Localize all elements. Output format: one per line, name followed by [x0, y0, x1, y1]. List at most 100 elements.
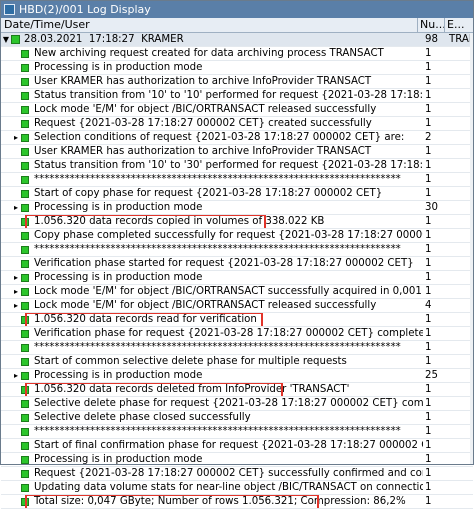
status-ok-icon	[21, 119, 29, 128]
log-message: Selective delete phase closed successful…	[34, 412, 251, 423]
log-message: ****************************************…	[34, 342, 401, 353]
log-row[interactable]: Start of final confirmation phase for re…	[1, 439, 473, 453]
status-ok-icon	[21, 315, 29, 324]
status-ok-icon	[21, 287, 29, 296]
log-count: 1	[425, 104, 432, 115]
status-ok-icon	[21, 245, 29, 254]
log-message: Processing is in production mode	[34, 370, 203, 381]
log-count: 1	[425, 426, 432, 437]
header-date-time-user[interactable]: Date/Time/User	[1, 18, 418, 32]
log-count: 2	[425, 132, 432, 143]
vertical-scrollbar[interactable]	[470, 33, 473, 464]
log-row[interactable]: Lock mode 'E/M' for object /BIC/ORTRANSA…	[1, 103, 473, 117]
expand-right-icon[interactable]: ▸	[11, 131, 21, 144]
log-message: Total size: 0,047 GByte; Number of rows …	[34, 496, 406, 507]
log-row[interactable]: Total size: 0,047 GByte; Number of rows …	[1, 495, 473, 509]
log-count: 1	[425, 230, 432, 241]
log-count: 25	[425, 370, 438, 381]
log-message: Request {2021-03-28 17:18:27 000002 CET}…	[34, 468, 423, 479]
log-message: Copy phase completed successfully for re…	[34, 230, 423, 241]
root-time: 17:18:27	[88, 34, 135, 45]
status-ok-icon	[21, 91, 29, 100]
status-ok-icon	[21, 63, 29, 72]
log-row[interactable]: ▸ Processing is in production mode 1	[1, 271, 473, 285]
log-row[interactable]: Request {2021-03-28 17:18:27 000002 CET}…	[1, 467, 473, 481]
log-row[interactable]: ****************************************…	[1, 243, 473, 257]
log-row[interactable]: ▸ Lock mode 'E/M' for object /BIC/ORTRANS…	[1, 285, 473, 299]
log-message: ****************************************…	[34, 426, 401, 437]
log-message: 1.056.320 data records read for verifica…	[34, 314, 257, 325]
log-row[interactable]: Copy phase completed successfully for re…	[1, 229, 473, 243]
log-message: Status transition from '10' to '30' perf…	[34, 160, 423, 171]
expand-right-icon[interactable]: ▸	[11, 369, 21, 382]
log-row[interactable]: Verification phase for request {2021-03-…	[1, 327, 473, 341]
expand-right-icon[interactable]: ▸	[11, 201, 21, 214]
log-row[interactable]: 1.056.320 data records deleted from Info…	[1, 383, 473, 397]
log-row[interactable]: User KRAMER has authorization to archive…	[1, 75, 473, 89]
log-row[interactable]: User KRAMER has authorization to archive…	[1, 145, 473, 159]
log-row[interactable]: Start of copy phase for request {2021-03…	[1, 187, 473, 201]
status-ok-icon	[21, 329, 29, 338]
status-ok-icon	[21, 343, 29, 352]
log-message: 1.056.320 data records deleted from Info…	[34, 384, 350, 395]
log-row[interactable]: ****************************************…	[1, 341, 473, 355]
log-count: 1	[425, 356, 432, 367]
log-row[interactable]: Selective delete phase for request {2021…	[1, 397, 473, 411]
log-row[interactable]: ▸ Processing is in production mode 30	[1, 201, 473, 215]
log-count: 1	[425, 412, 432, 423]
log-count: 1	[425, 314, 432, 325]
expand-down-icon[interactable]: ▼	[1, 33, 11, 46]
log-row[interactable]: Start of common selective delete phase f…	[1, 355, 473, 369]
status-ok-icon	[21, 455, 29, 464]
log-row[interactable]: ****************************************…	[1, 173, 473, 187]
log-message: Processing is in production mode	[34, 202, 203, 213]
column-header: Date/Time/User Nu... E...	[1, 18, 473, 33]
status-ok-icon	[21, 371, 29, 380]
log-count: 1	[425, 258, 432, 269]
log-row[interactable]: ****************************************…	[1, 425, 473, 439]
expand-right-icon[interactable]: ▸	[11, 285, 21, 298]
log-row[interactable]: Status transition from '10' to '30' perf…	[1, 159, 473, 173]
log-count: 1	[425, 48, 432, 59]
log-count: 1	[425, 146, 432, 157]
log-row[interactable]: ▸ Lock mode 'E/M' for object /BIC/ORTRANS…	[1, 299, 473, 313]
expand-right-icon[interactable]: ▸	[11, 299, 21, 312]
header-number[interactable]: Nu...	[418, 18, 445, 32]
log-row[interactable]: New archiving request created for data a…	[1, 47, 473, 61]
status-ok-icon	[21, 133, 29, 142]
status-ok-icon	[21, 399, 29, 408]
app-icon	[4, 4, 15, 15]
status-ok-icon	[21, 259, 29, 268]
log-root-row[interactable]: ▼ 28.03.2021 17:18:27 KRAMER 98 TRANS	[1, 33, 473, 47]
status-ok-icon	[21, 105, 29, 114]
log-message: Updating data volume stats for near-line…	[34, 482, 423, 493]
log-count: 1	[425, 286, 432, 297]
log-row[interactable]: 1.056.320 data records copied in volumes…	[1, 215, 473, 229]
status-ok-icon	[21, 161, 29, 170]
log-row[interactable]: ▸ Processing is in production mode 25	[1, 369, 473, 383]
log-count: 1	[425, 160, 432, 171]
log-row[interactable]: Status transition from '10' to '10' perf…	[1, 89, 473, 103]
log-message: User KRAMER has authorization to archive…	[34, 76, 372, 87]
log-row[interactable]: Updating data volume stats for near-line…	[1, 481, 473, 495]
log-message: Verification phase started for request {…	[34, 258, 414, 269]
log-count: 1	[425, 76, 432, 87]
log-count: 1	[425, 342, 432, 353]
log-row[interactable]: ▸ Selection conditions of request {2021-0…	[1, 131, 473, 145]
log-message: Start of copy phase for request {2021-03…	[34, 188, 383, 199]
log-row[interactable]: Request {2021-03-28 17:18:27 000002 CET}…	[1, 117, 473, 131]
header-e[interactable]: E...	[445, 18, 473, 32]
log-row[interactable]: Processing is in production mode 1	[1, 61, 473, 75]
log-row[interactable]: Verification phase started for request {…	[1, 257, 473, 271]
log-row[interactable]: 1.056.320 data records read for verifica…	[1, 313, 473, 327]
expand-right-icon[interactable]: ▸	[11, 271, 21, 284]
log-message: Start of final confirmation phase for re…	[34, 440, 423, 451]
status-ok-icon	[21, 413, 29, 422]
log-message: Selective delete phase for request {2021…	[34, 398, 423, 409]
root-user: KRAMER	[141, 34, 184, 45]
log-row[interactable]: Selective delete phase closed successful…	[1, 411, 473, 425]
status-ok-icon	[21, 357, 29, 366]
log-message: Lock mode 'E/M' for object /BIC/ORTRANSA…	[34, 300, 377, 311]
root-date: 28.03.2021	[24, 34, 83, 45]
status-ok-icon	[21, 469, 29, 478]
